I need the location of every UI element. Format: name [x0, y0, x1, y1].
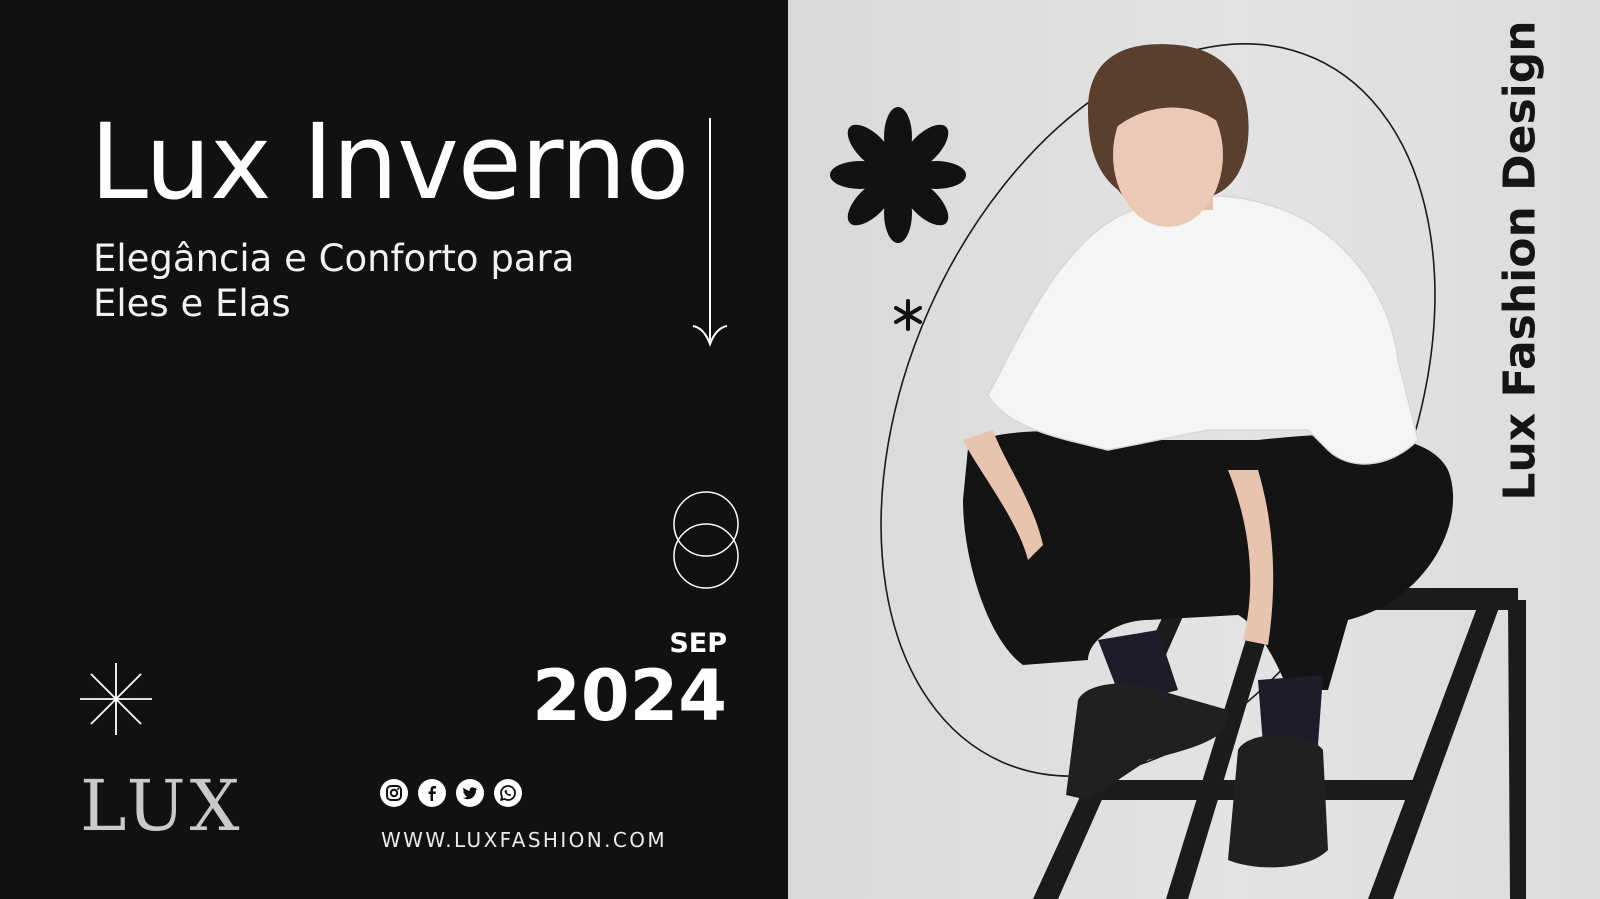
social-icons: [380, 779, 522, 807]
facebook-icon[interactable]: [418, 779, 446, 807]
twitter-icon[interactable]: [456, 779, 484, 807]
shoe-right: [1228, 735, 1328, 868]
instagram-icon[interactable]: [380, 779, 408, 807]
whatsapp-icon[interactable]: [494, 779, 522, 807]
shirt: [987, 195, 1419, 465]
flower-star-icon: [830, 107, 966, 243]
brand-logo: LUX: [80, 765, 244, 847]
sparkle-icon: [80, 663, 152, 735]
page-title: Lux Inverno: [90, 101, 689, 223]
arrow-down-icon: [692, 118, 728, 347]
double-circle-icon: [673, 491, 739, 589]
website-url[interactable]: WWW.LUXFASHION.COM: [381, 828, 667, 852]
date-year: 2024: [532, 655, 727, 737]
vertical-brand-text: Lux Fashion Design: [1494, 20, 1546, 501]
trousers: [963, 431, 1454, 690]
photo-panel: [788, 0, 1600, 899]
small-asterisk-icon: [894, 299, 922, 331]
subtitle: Elegância e Conforto para Eles e Elas: [93, 237, 575, 325]
sock-right: [1258, 675, 1323, 745]
model-photo: [830, 43, 1526, 899]
